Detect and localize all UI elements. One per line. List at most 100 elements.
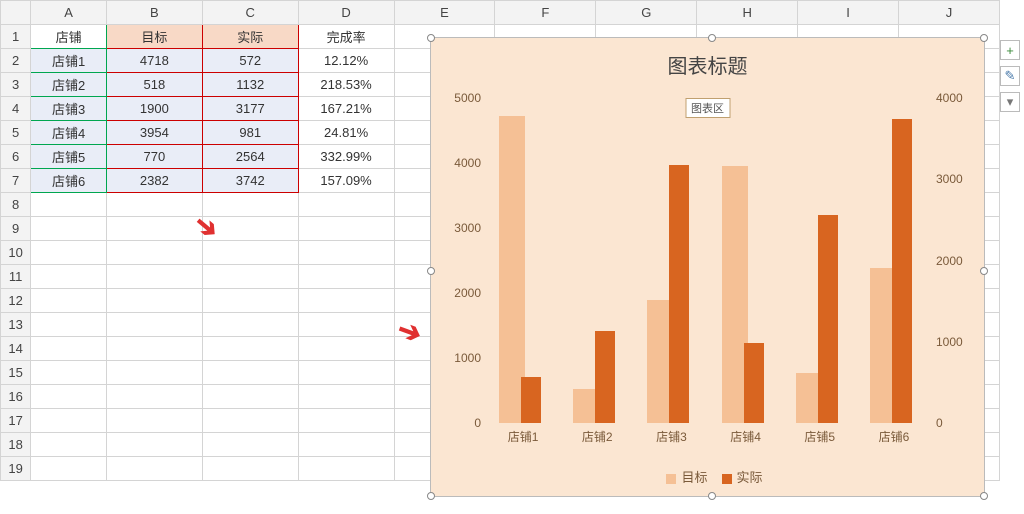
column-header[interactable]: C — [202, 1, 298, 25]
cell[interactable] — [106, 385, 202, 409]
cell[interactable] — [31, 409, 107, 433]
bar-series-2[interactable] — [669, 165, 689, 423]
bar-series-2[interactable] — [744, 343, 764, 423]
chart-elements-button[interactable]: + — [1000, 40, 1020, 60]
row-header[interactable]: 1 — [1, 25, 31, 49]
row-header[interactable]: 18 — [1, 433, 31, 457]
cell[interactable]: 518 — [106, 73, 202, 97]
cell[interactable] — [202, 193, 298, 217]
cell[interactable] — [202, 409, 298, 433]
cell[interactable] — [31, 433, 107, 457]
column-header[interactable]: E — [394, 1, 495, 25]
cell[interactable] — [298, 337, 394, 361]
cell[interactable]: 店铺2 — [31, 73, 107, 97]
column-header[interactable]: F — [495, 1, 596, 25]
cell[interactable]: 店铺6 — [31, 169, 107, 193]
cell[interactable]: 981 — [202, 121, 298, 145]
cell[interactable]: 店铺3 — [31, 97, 107, 121]
cell[interactable] — [202, 433, 298, 457]
cell[interactable]: 店铺5 — [31, 145, 107, 169]
plot-area[interactable]: 01000200030004000500001000200030004000店铺… — [486, 98, 931, 423]
cell[interactable] — [31, 385, 107, 409]
row-header[interactable]: 6 — [1, 145, 31, 169]
cell[interactable]: 3954 — [106, 121, 202, 145]
column-header[interactable]: H — [697, 1, 798, 25]
cell[interactable] — [298, 313, 394, 337]
cell[interactable] — [106, 289, 202, 313]
cell[interactable]: 24.81% — [298, 121, 394, 145]
cell[interactable] — [202, 265, 298, 289]
cell[interactable] — [31, 241, 107, 265]
plot-area-label[interactable]: 图表区 — [685, 98, 730, 118]
cell[interactable] — [106, 313, 202, 337]
cell[interactable] — [31, 289, 107, 313]
row-header[interactable]: 15 — [1, 361, 31, 385]
cell[interactable] — [202, 241, 298, 265]
row-header[interactable]: 5 — [1, 121, 31, 145]
chart-filters-button[interactable]: ▾ — [1000, 92, 1020, 112]
cell[interactable]: 218.53% — [298, 73, 394, 97]
cell[interactable] — [202, 457, 298, 481]
cell[interactable] — [298, 241, 394, 265]
cell[interactable]: 1900 — [106, 97, 202, 121]
column-header[interactable]: I — [798, 1, 899, 25]
cell[interactable] — [298, 433, 394, 457]
cell[interactable] — [202, 289, 298, 313]
column-header[interactable]: J — [899, 1, 1000, 25]
row-header[interactable]: 16 — [1, 385, 31, 409]
cell[interactable]: 4718 — [106, 49, 202, 73]
row-header[interactable]: 17 — [1, 409, 31, 433]
cell[interactable]: 完成率 — [298, 25, 394, 49]
chart-styles-button[interactable]: ✎ — [1000, 66, 1020, 86]
cell[interactable]: 店铺 — [31, 25, 107, 49]
row-header[interactable]: 9 — [1, 217, 31, 241]
cell[interactable] — [31, 193, 107, 217]
row-header[interactable]: 7 — [1, 169, 31, 193]
bar-series-2[interactable] — [892, 119, 912, 423]
bar-series-2[interactable] — [521, 377, 541, 423]
cell[interactable] — [31, 313, 107, 337]
cell[interactable]: 3177 — [202, 97, 298, 121]
cell[interactable] — [106, 265, 202, 289]
cell[interactable] — [298, 217, 394, 241]
cell[interactable]: 2382 — [106, 169, 202, 193]
bar-series-2[interactable] — [818, 215, 838, 423]
cell[interactable] — [298, 385, 394, 409]
cell[interactable] — [31, 217, 107, 241]
cell[interactable] — [31, 457, 107, 481]
cell[interactable] — [106, 433, 202, 457]
cell[interactable] — [202, 337, 298, 361]
row-header[interactable]: 8 — [1, 193, 31, 217]
cell[interactable] — [106, 337, 202, 361]
row-header[interactable]: 19 — [1, 457, 31, 481]
row-header[interactable]: 13 — [1, 313, 31, 337]
cell[interactable]: 2564 — [202, 145, 298, 169]
cell[interactable]: 店铺4 — [31, 121, 107, 145]
cell[interactable] — [106, 361, 202, 385]
cell[interactable] — [106, 217, 202, 241]
cell[interactable] — [202, 385, 298, 409]
column-header[interactable]: A — [31, 1, 107, 25]
chart-legend[interactable]: 目标实际 — [431, 467, 984, 486]
embedded-chart[interactable]: 图表标题 图表区 0100020003000400050000100020003… — [430, 37, 985, 497]
cell[interactable]: 157.09% — [298, 169, 394, 193]
column-header[interactable]: B — [106, 1, 202, 25]
cell[interactable] — [298, 289, 394, 313]
cell[interactable] — [298, 409, 394, 433]
cell[interactable] — [31, 361, 107, 385]
cell[interactable]: 3742 — [202, 169, 298, 193]
row-header[interactable]: 10 — [1, 241, 31, 265]
cell[interactable]: 店铺1 — [31, 49, 107, 73]
cell[interactable]: 572 — [202, 49, 298, 73]
row-header[interactable]: 3 — [1, 73, 31, 97]
cell[interactable] — [298, 265, 394, 289]
cell[interactable] — [298, 457, 394, 481]
cell[interactable] — [202, 313, 298, 337]
cell[interactable] — [298, 361, 394, 385]
cell[interactable]: 167.21% — [298, 97, 394, 121]
row-header[interactable]: 12 — [1, 289, 31, 313]
cell[interactable]: 实际 — [202, 25, 298, 49]
cell[interactable]: 目标 — [106, 25, 202, 49]
legend-label[interactable]: 实际 — [737, 470, 763, 485]
row-header[interactable]: 4 — [1, 97, 31, 121]
